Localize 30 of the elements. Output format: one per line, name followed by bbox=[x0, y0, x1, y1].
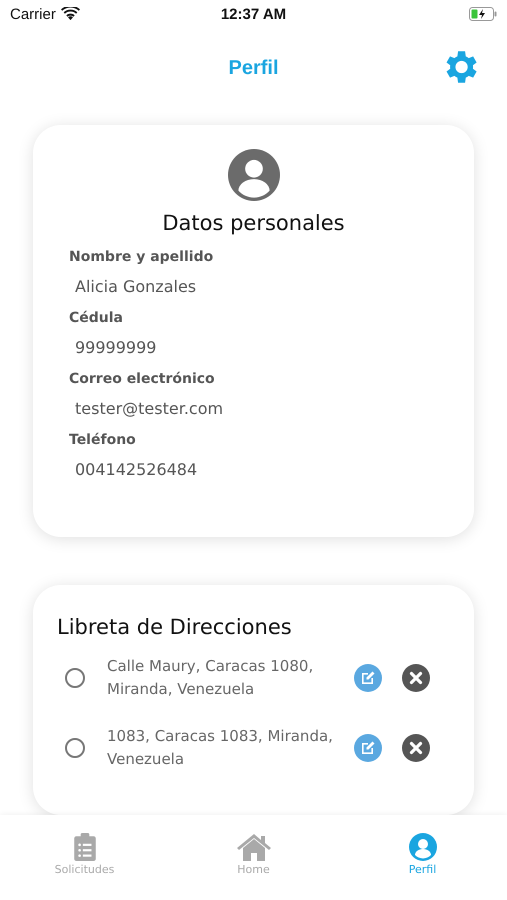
carrier-name: Carrier bbox=[10, 6, 56, 22]
field-value: Alicia Gonzales bbox=[75, 277, 198, 296]
radio-button[interactable] bbox=[65, 668, 85, 688]
address-text: Calle Maury, Caracas 1080, Miranda, Venezuela bbox=[107, 656, 314, 700]
address-text: 1083, Caracas 1083, Miranda, Venezuela bbox=[107, 726, 334, 770]
wifi-icon bbox=[60, 7, 80, 21]
tab-bar-item[interactable]: Perfil bbox=[338, 815, 507, 900]
page-title: Perfil bbox=[228, 56, 279, 80]
section-title: Datos personales bbox=[162, 211, 345, 235]
field-value: 99999999 bbox=[75, 338, 158, 357]
field-value: tester@tester.com bbox=[75, 399, 224, 418]
field-label: Teléfono bbox=[69, 432, 137, 448]
status-time: 12:37 AM bbox=[220, 6, 286, 22]
home-icon bbox=[236, 833, 270, 861]
field-value: 004142526484 bbox=[75, 460, 198, 479]
tab-bar-item[interactable]: Solicitudes bbox=[0, 815, 169, 900]
delete-icon[interactable] bbox=[402, 664, 430, 692]
tab-bar-item[interactable]: Home bbox=[169, 815, 338, 900]
radio-button[interactable] bbox=[65, 738, 85, 758]
field-label: Correo electrónico bbox=[69, 371, 216, 387]
edit-icon[interactable] bbox=[354, 734, 382, 762]
section-title: Libreta de Direcciones bbox=[57, 615, 293, 639]
profile-icon bbox=[408, 833, 436, 861]
delete-icon[interactable] bbox=[402, 734, 430, 762]
edit-icon[interactable] bbox=[354, 664, 382, 692]
clipboard-icon bbox=[74, 833, 96, 861]
battery-icon bbox=[469, 7, 497, 21]
user-avatar-icon bbox=[228, 149, 280, 201]
field-label: Nombre y apellido bbox=[69, 249, 214, 265]
field-label: Cédula bbox=[69, 310, 124, 326]
